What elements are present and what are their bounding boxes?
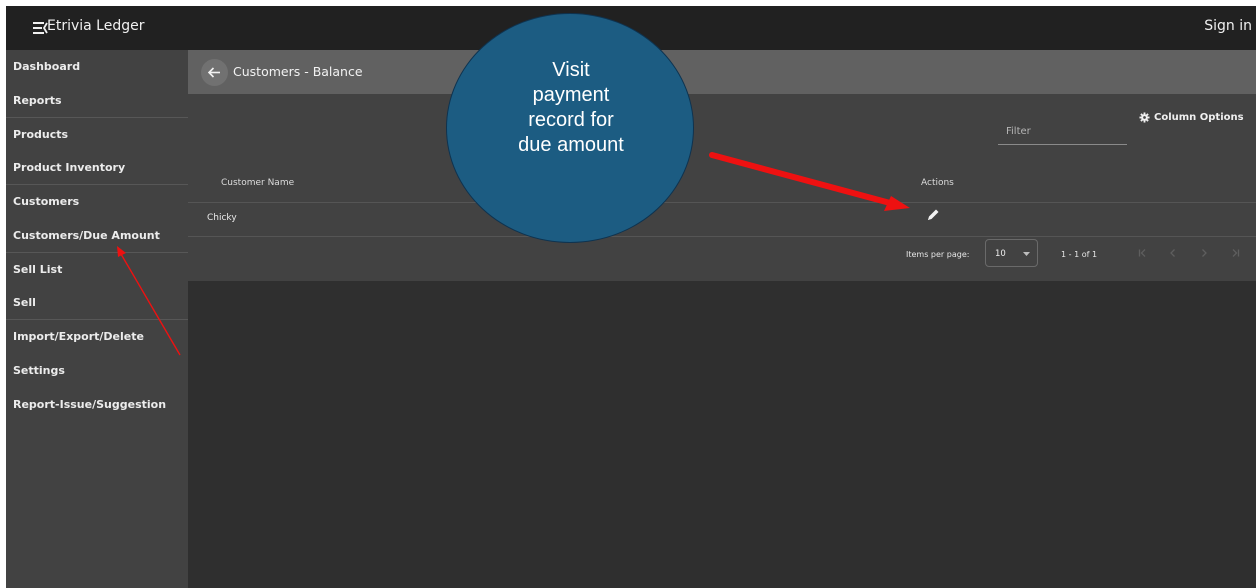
customer-name-cell: Chicky (207, 213, 237, 223)
sidebar-item-products[interactable]: Products (6, 118, 188, 151)
sidebar-item-settings[interactable]: Settings (6, 354, 188, 387)
previous-page-icon[interactable] (1166, 246, 1180, 260)
column-header-actions: Actions (921, 178, 954, 188)
next-page-icon[interactable] (1197, 246, 1211, 260)
column-options-button[interactable]: Column Options (1139, 112, 1244, 123)
empty-content-area (188, 281, 1256, 588)
header-divider (188, 202, 1256, 203)
sidebar-item-sell[interactable]: Sell (6, 286, 188, 319)
callout-line: payment (532, 84, 610, 106)
arrow-back-icon (207, 67, 220, 78)
sign-in-button[interactable]: Sign in (1204, 18, 1252, 34)
callout-line: Visit (552, 59, 590, 81)
gear-icon (1139, 112, 1150, 123)
last-page-icon[interactable] (1228, 246, 1242, 260)
sidebar-item-customers[interactable]: Customers (6, 185, 188, 218)
page-header: Customers - Balance (188, 50, 1256, 94)
sidebar-nav: Dashboard Reports Products Product Inven… (6, 50, 188, 588)
column-options-label: Column Options (1154, 112, 1244, 123)
edit-icon[interactable] (923, 205, 943, 225)
callout-text: Visit payment record for due amount (447, 58, 695, 158)
page-range-label: 1 - 1 of 1 (1061, 250, 1098, 259)
app-title: Etrivia Ledger (47, 18, 145, 34)
sidebar-item-dashboard[interactable]: Dashboard (6, 50, 188, 83)
sidebar-item-import-export-delete[interactable]: Import/Export/Delete (6, 320, 188, 353)
sidebar-item-report-issue[interactable]: Report-Issue/Suggestion (6, 388, 188, 421)
sidebar-item-sell-list[interactable]: Sell List (6, 253, 188, 286)
callout-line: due amount (518, 134, 624, 156)
table-card: Column Options Customer Name Actions Chi… (188, 94, 1256, 281)
sidebar-item-customers-due-amount[interactable]: Customers/Due Amount (6, 219, 188, 252)
row-divider (188, 236, 1256, 237)
page-size-select[interactable]: 10 (985, 239, 1038, 267)
page-title: Customers - Balance (233, 64, 363, 79)
callout-line: record for (528, 109, 614, 131)
page-size-value: 10 (995, 249, 1006, 259)
dropdown-caret-icon (1023, 252, 1030, 256)
first-page-icon[interactable] (1136, 246, 1150, 260)
sidebar-item-reports[interactable]: Reports (6, 84, 188, 117)
filter-field (998, 105, 1127, 145)
column-header-customer-name[interactable]: Customer Name (221, 178, 294, 188)
callout-bubble: Visit payment record for due amount (446, 13, 694, 243)
sidebar-item-product-inventory[interactable]: Product Inventory (6, 151, 188, 184)
back-button[interactable] (201, 59, 228, 86)
items-per-page-label: Items per page: (906, 250, 970, 259)
filter-input[interactable] (998, 105, 1127, 143)
